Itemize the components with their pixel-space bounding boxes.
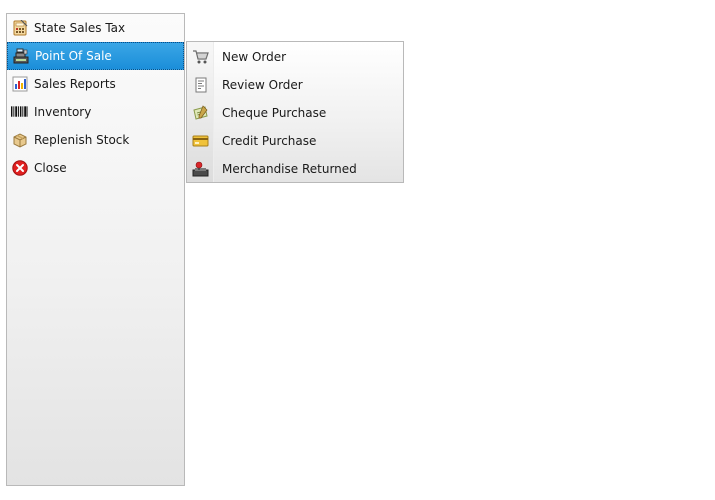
- submenu-item-cheque-purchase[interactable]: Cheque Purchase: [187, 99, 403, 127]
- receipt-icon: [192, 77, 209, 94]
- menu-item-label: Sales Reports: [34, 77, 116, 91]
- menu-item-inventory[interactable]: Inventory: [7, 98, 184, 126]
- cash-register-icon: [12, 48, 29, 65]
- submenu-item-merchandise-returned[interactable]: Merchandise Returned: [187, 155, 403, 183]
- cheque-icon: [192, 105, 209, 122]
- submenu-item-credit-purchase[interactable]: Credit Purchase: [187, 127, 403, 155]
- calculator-icon: [11, 20, 28, 37]
- point-of-sale-submenu: New Order Review Order Cheque Purchase C…: [186, 41, 404, 183]
- application-window: State Sales Tax Point Of Sale Sales Repo…: [0, 0, 715, 500]
- submenu-item-label: Review Order: [222, 78, 303, 92]
- submenu-item-label: Credit Purchase: [222, 134, 317, 148]
- box-icon: [11, 132, 28, 149]
- menu-item-close[interactable]: Close: [7, 154, 184, 182]
- main-menu: State Sales Tax Point Of Sale Sales Repo…: [6, 13, 185, 486]
- shopping-cart-icon: [192, 49, 209, 66]
- menu-item-label: Point Of Sale: [35, 49, 112, 63]
- menu-item-label: Replenish Stock: [34, 133, 130, 147]
- chart-report-icon: [11, 76, 28, 93]
- menu-item-state-sales-tax[interactable]: State Sales Tax: [7, 14, 184, 42]
- menu-item-replenish-stock[interactable]: Replenish Stock: [7, 126, 184, 154]
- close-icon: [11, 160, 28, 177]
- submenu-item-label: Cheque Purchase: [222, 106, 327, 120]
- menu-item-point-of-sale[interactable]: Point Of Sale: [7, 42, 184, 70]
- menu-item-label: State Sales Tax: [34, 21, 126, 35]
- submenu-item-new-order[interactable]: New Order: [187, 43, 403, 71]
- submenu-item-label: New Order: [222, 50, 287, 64]
- submenu-item-review-order[interactable]: Review Order: [187, 71, 403, 99]
- submenu-item-label: Merchandise Returned: [222, 162, 357, 176]
- returned-merchandise-icon: [192, 161, 209, 178]
- barcode-icon: [11, 104, 28, 121]
- menu-item-sales-reports[interactable]: Sales Reports: [7, 70, 184, 98]
- credit-card-icon: [192, 133, 209, 150]
- menu-item-label: Inventory: [34, 105, 92, 119]
- menu-item-label: Close: [34, 161, 67, 175]
